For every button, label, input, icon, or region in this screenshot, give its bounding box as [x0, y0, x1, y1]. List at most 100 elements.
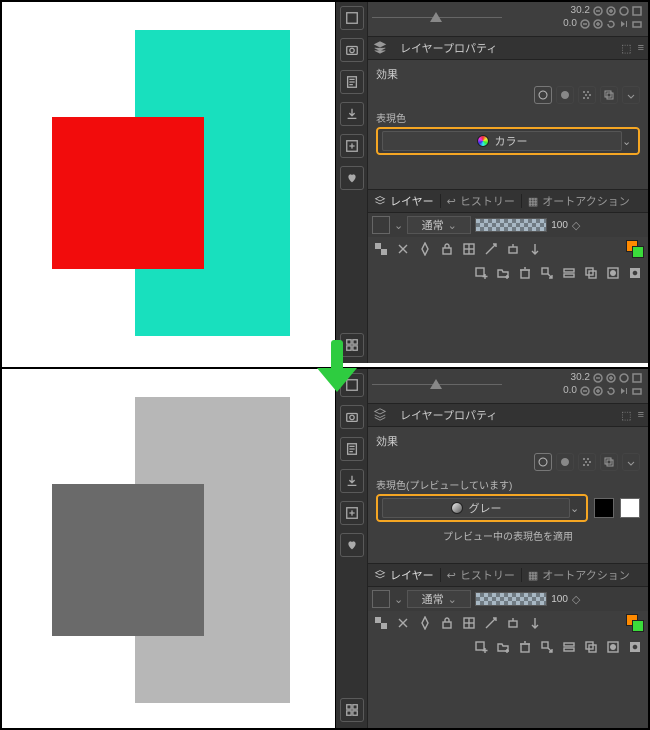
tool-add[interactable] — [340, 134, 364, 158]
checker2-icon[interactable] — [460, 614, 478, 632]
effect-layer-icon[interactable] — [600, 86, 618, 104]
transfer-icon[interactable] — [538, 638, 556, 656]
minus-icon[interactable] — [593, 373, 603, 383]
swatch-black[interactable] — [594, 498, 614, 518]
color-swatch[interactable] — [626, 614, 644, 632]
clip-down-icon[interactable] — [504, 240, 522, 258]
view-icon[interactable] — [632, 19, 642, 29]
ref-icon[interactable] — [526, 614, 544, 632]
expression-color-dropdown[interactable]: カラー ⌄ — [376, 127, 640, 155]
plus-icon[interactable] — [606, 6, 616, 16]
blend-mode-select[interactable]: 通常⌄ — [407, 590, 471, 608]
tab-menu-icon[interactable]: ≡ — [638, 409, 644, 422]
angle-slider[interactable] — [372, 371, 502, 401]
tab-save-icon[interactable]: ⬚ — [621, 409, 631, 422]
tab-history[interactable]: ↩ヒストリー — [441, 193, 521, 209]
mask-new-icon[interactable] — [604, 638, 622, 656]
tool-memo[interactable] — [340, 437, 364, 461]
zoom-plus-icon[interactable] — [593, 386, 603, 396]
mask-apply-icon[interactable] — [626, 264, 644, 282]
tab-layers[interactable]: レイヤー — [368, 193, 440, 209]
effect-border-icon[interactable] — [534, 86, 552, 104]
lock-icon[interactable] — [438, 240, 456, 258]
effect-layer-icon[interactable] — [600, 453, 618, 471]
palette-swatch[interactable] — [372, 216, 390, 234]
effect-sphere-icon[interactable] — [556, 86, 574, 104]
effect-tone-icon[interactable] — [578, 453, 596, 471]
delete-icon[interactable] — [516, 638, 534, 656]
effect-tone-icon[interactable] — [578, 86, 596, 104]
skip-icon[interactable] — [619, 386, 629, 396]
lock-icon[interactable] — [438, 614, 456, 632]
tab-autoaction[interactable]: ▦オートアクション — [522, 193, 636, 209]
clip-down-icon[interactable] — [504, 614, 522, 632]
chevron-down-icon[interactable]: ⌄ — [394, 593, 403, 606]
tool-heart[interactable] — [340, 533, 364, 557]
skip-icon[interactable] — [619, 19, 629, 29]
wand-icon[interactable] — [482, 240, 500, 258]
effect-sphere-icon[interactable] — [556, 453, 574, 471]
apply-preview-hint[interactable]: プレビュー中の表現色を適用 — [368, 522, 648, 543]
zoom-minus-icon[interactable] — [580, 19, 590, 29]
reset-icon[interactable] — [619, 6, 629, 16]
tab-save-icon[interactable]: ⬚ — [621, 42, 631, 55]
new-layer-icon[interactable] — [472, 264, 490, 282]
angle-slider[interactable] — [372, 4, 502, 34]
minus-icon[interactable] — [593, 6, 603, 16]
tab-history[interactable]: ↩ヒストリー — [441, 567, 521, 583]
expand-icon[interactable] — [632, 6, 642, 16]
tab-menu-icon[interactable]: ≡ — [638, 42, 644, 55]
link-icon[interactable] — [394, 240, 412, 258]
tool-camera[interactable] — [340, 405, 364, 429]
color-swatch[interactable] — [626, 240, 644, 258]
checker2-icon[interactable] — [460, 240, 478, 258]
rotate-icon[interactable] — [606, 19, 616, 29]
tool-add[interactable] — [340, 501, 364, 525]
new-folder-icon[interactable] — [494, 264, 512, 282]
tool-heart[interactable] — [340, 166, 364, 190]
tool-memo[interactable] — [340, 70, 364, 94]
ruler-set-icon[interactable] — [416, 240, 434, 258]
palette-swatch[interactable] — [372, 590, 390, 608]
tool-grid[interactable] — [340, 698, 364, 722]
tool-camera[interactable] — [340, 38, 364, 62]
zoom-minus-icon[interactable] — [580, 386, 590, 396]
combine-icon[interactable] — [582, 638, 600, 656]
transfer-icon[interactable] — [538, 264, 556, 282]
new-folder-icon[interactable] — [494, 638, 512, 656]
blend-mode-select[interactable]: 通常⌄ — [407, 216, 471, 234]
expand-icon[interactable] — [632, 373, 642, 383]
merge-icon[interactable] — [560, 638, 578, 656]
effect-menu-icon[interactable] — [622, 86, 640, 104]
tool-download[interactable] — [340, 469, 364, 493]
ref-icon[interactable] — [526, 240, 544, 258]
mask-new-icon[interactable] — [604, 264, 622, 282]
layerprop-label[interactable]: レイヤープロパティ — [392, 407, 505, 423]
tab-layers[interactable]: レイヤー — [368, 567, 440, 583]
swatch-white[interactable] — [620, 498, 640, 518]
opacity-slider[interactable] — [475, 218, 547, 232]
tool-download[interactable] — [340, 102, 364, 126]
merge-icon[interactable] — [560, 264, 578, 282]
checker-icon[interactable] — [372, 614, 390, 632]
effect-menu-icon[interactable] — [622, 453, 640, 471]
rotate-icon[interactable] — [606, 386, 616, 396]
wand-icon[interactable] — [482, 614, 500, 632]
chevron-down-icon[interactable]: ⌄ — [394, 219, 403, 232]
delete-icon[interactable] — [516, 264, 534, 282]
mask-apply-icon[interactable] — [626, 638, 644, 656]
checker-icon[interactable] — [372, 240, 390, 258]
expression-color-dropdown[interactable]: グレー ⌄ — [376, 494, 588, 522]
effect-border-icon[interactable] — [534, 453, 552, 471]
combine-icon[interactable] — [582, 264, 600, 282]
layerprop-label[interactable]: レイヤープロパティ — [392, 40, 505, 56]
tab-autoaction[interactable]: ▦オートアクション — [522, 567, 636, 583]
opacity-slider[interactable] — [475, 592, 547, 606]
reset-icon[interactable] — [619, 373, 629, 383]
plus-icon[interactable] — [606, 373, 616, 383]
new-layer-icon[interactable] — [472, 638, 490, 656]
link-icon[interactable] — [394, 614, 412, 632]
ruler-set-icon[interactable] — [416, 614, 434, 632]
zoom-plus-icon[interactable] — [593, 19, 603, 29]
tool-navigator[interactable] — [340, 6, 364, 30]
